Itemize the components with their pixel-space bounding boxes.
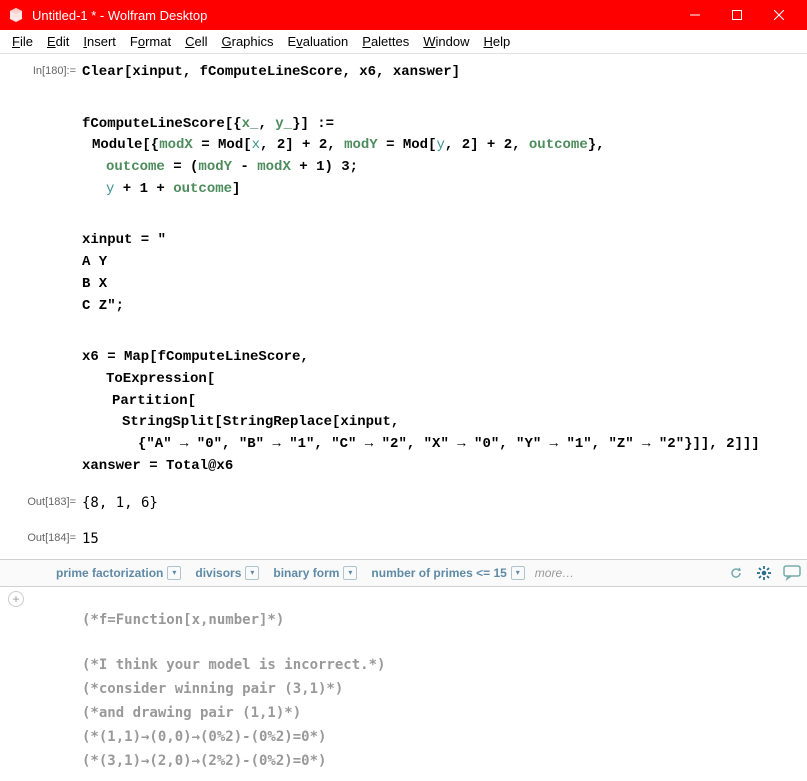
pattern-var: x_ (242, 116, 259, 132)
titlebar-left: Untitled-1 * - Wolfram Desktop (8, 7, 207, 23)
sugg-label: number of primes <= 15 (371, 566, 506, 580)
code-text: + 1 + (114, 181, 173, 197)
code-text: fComputeLineScore[{ (82, 116, 242, 132)
menu-graphics[interactable]: Graphics (216, 32, 280, 51)
code-text: = ( (165, 159, 199, 175)
local-var: outcome (529, 137, 588, 153)
code-text: = Mod[ (378, 137, 437, 153)
input-cell[interactable]: In[180]:= Clear[xinput, fComputeLineScor… (0, 62, 807, 487)
pattern-var: y_ (275, 116, 292, 132)
sugg-label: binary form (273, 566, 339, 580)
out-label: Out[184]= (0, 529, 82, 547)
refresh-icon[interactable] (725, 562, 747, 584)
local-var: modX (159, 137, 193, 153)
output-value: {8, 1, 6} (82, 493, 807, 515)
code-text: Module[{ (92, 137, 159, 153)
output-cell: Out[183]= {8, 1, 6} (0, 493, 807, 515)
comment-line: (*(3,1)→(2,0)→(2%2)-(0%2)=0*) (82, 750, 807, 774)
code-text: {"A" → "0", "B" → "1", "C" → "2", "X" → … (138, 436, 760, 452)
output-value: 15 (82, 529, 807, 551)
local-var: modY (198, 159, 232, 175)
sugg-binary-form[interactable]: binary form ▾ (269, 564, 361, 582)
menu-edit[interactable]: Edit (41, 32, 75, 51)
menubar: File Edit Insert Format Cell Graphics Ev… (0, 30, 807, 54)
output-cell: Out[184]= 15 (0, 529, 807, 551)
window-controls (675, 0, 799, 30)
local-var: outcome (106, 159, 165, 175)
chat-icon[interactable] (781, 562, 803, 584)
code-text: + 1) 3; (291, 159, 358, 175)
sym: y (436, 137, 444, 153)
menu-insert[interactable]: Insert (77, 32, 122, 51)
code-text: , 2] + 2, (260, 137, 344, 153)
sugg-label: divisors (195, 566, 241, 580)
menu-format[interactable]: Format (124, 32, 177, 51)
in-label: In[180]:= (0, 62, 82, 80)
code-text: C Z"; (82, 298, 124, 314)
comment-line: (*f=Function[x,number]*) (82, 609, 807, 633)
code-text: StringSplit[StringReplace[xinput, (122, 414, 399, 430)
sugg-prime-factorization[interactable]: prime factorization ▾ (52, 564, 185, 582)
window-title: Untitled-1 * - Wolfram Desktop (32, 8, 207, 23)
code-text: ToExpression[ (106, 371, 215, 387)
code-text: Clear[xinput, fComputeLineScore, x6, xan… (82, 64, 460, 80)
code-text: = Mod[ (193, 137, 252, 153)
code-text: }] := (292, 116, 334, 132)
minimize-button[interactable] (675, 0, 715, 30)
chevron-down-icon[interactable]: ▾ (343, 566, 357, 580)
comment-cell[interactable]: (*f=Function[x,number]*) (*I think your … (0, 609, 807, 774)
comment-line: (*I think your model is incorrect.*) (82, 654, 807, 678)
gear-icon[interactable] (753, 562, 775, 584)
maximize-button[interactable] (717, 0, 757, 30)
local-var: modY (344, 137, 378, 153)
notebook-area[interactable]: In[180]:= Clear[xinput, fComputeLineScor… (0, 54, 807, 551)
code-text: A Y (82, 254, 107, 270)
menu-palettes[interactable]: Palettes (356, 32, 415, 51)
suggestions-bar: prime factorization ▾ divisors ▾ binary … (0, 559, 807, 587)
chevron-down-icon[interactable]: ▾ (167, 566, 181, 580)
chevron-down-icon[interactable]: ▾ (511, 566, 525, 580)
add-cell-button[interactable]: + (8, 591, 24, 607)
comment-line: (*(1,1)→(0,0)→(0%2)-(0%2)=0*) (82, 726, 807, 750)
chevron-down-icon[interactable]: ▾ (245, 566, 259, 580)
code-text: Partition[ (112, 393, 196, 409)
app-icon (8, 7, 24, 23)
code-text: xinput = " (82, 232, 166, 248)
sugg-number-of-primes[interactable]: number of primes <= 15 ▾ (367, 564, 528, 582)
out-label: Out[183]= (0, 493, 82, 511)
code-text: , 2] + 2, (445, 137, 529, 153)
sugg-label: prime factorization (56, 566, 163, 580)
code-text: B X (82, 276, 107, 292)
comment-line: (*and drawing pair (1,1)*) (82, 702, 807, 726)
sugg-more[interactable]: more… (535, 566, 574, 580)
titlebar: Untitled-1 * - Wolfram Desktop (0, 0, 807, 30)
code-text: ] (232, 181, 240, 197)
code-text: , (258, 116, 275, 132)
comment-line: (*consider winning pair (3,1)*) (82, 678, 807, 702)
input-body[interactable]: Clear[xinput, fComputeLineScore, x6, xan… (82, 62, 807, 487)
code-text: x6 = Map[fComputeLineScore, (82, 349, 309, 365)
menu-window[interactable]: Window (417, 32, 475, 51)
code-text: }, (588, 137, 605, 153)
close-button[interactable] (759, 0, 799, 30)
sym: x (252, 137, 260, 153)
code-text: - (232, 159, 257, 175)
menu-help[interactable]: Help (478, 32, 517, 51)
sugg-divisors[interactable]: divisors ▾ (191, 564, 263, 582)
menu-evaluation[interactable]: Evaluation (282, 32, 355, 51)
local-var: outcome (173, 181, 232, 197)
menu-file[interactable]: File (6, 32, 39, 51)
local-var: modX (257, 159, 291, 175)
menu-cell[interactable]: Cell (179, 32, 213, 51)
code-text: xanswer = Total@x6 (82, 458, 233, 474)
